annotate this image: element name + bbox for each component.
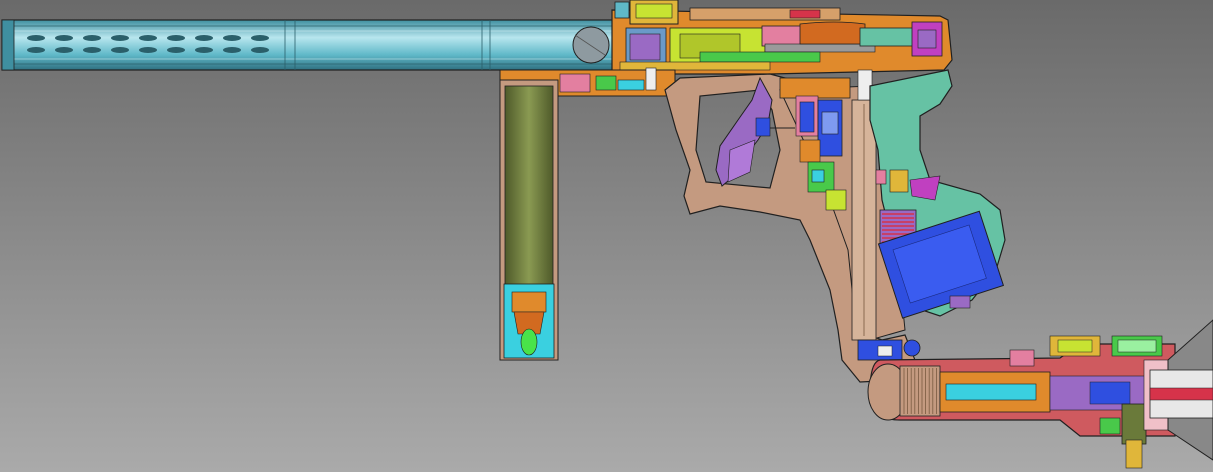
barrel — [1, 19, 623, 71]
barrel-port — [251, 47, 269, 53]
barrel-port — [223, 47, 241, 53]
barrel-port — [111, 35, 129, 41]
barrel-port — [83, 35, 101, 41]
barrel-port — [223, 35, 241, 41]
barrel-port — [167, 35, 185, 41]
barrel-port — [251, 35, 269, 41]
barrel-port — [55, 47, 73, 53]
barrel-port — [27, 47, 45, 53]
cutaway-diagram — [0, 0, 1213, 472]
paintball-marker-cutaway — [0, 0, 1213, 472]
barrel-port — [111, 47, 129, 53]
barrel-port — [139, 35, 157, 41]
front-tank — [499, 79, 559, 361]
barrel-port — [27, 35, 45, 41]
chamber-ball — [572, 26, 610, 64]
barrel-port — [195, 47, 213, 53]
barrel-port — [167, 47, 185, 53]
barrel-port — [195, 35, 213, 41]
barrel-port — [55, 35, 73, 41]
barrel-port — [139, 47, 157, 53]
barrel-port — [83, 47, 101, 53]
